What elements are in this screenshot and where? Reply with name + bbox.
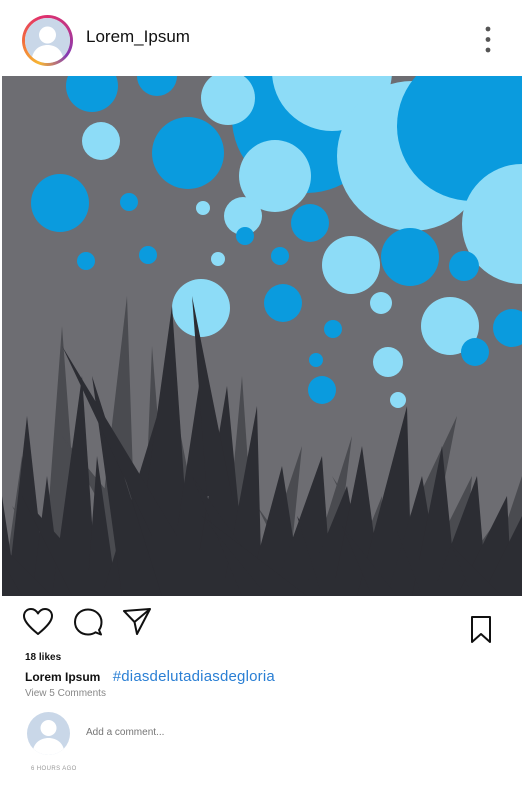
comment-input[interactable] — [86, 727, 466, 738]
caption: Lorem Ipsum #diasdelutadiasdegloria — [25, 668, 275, 685]
post-timestamp: 6 HOURS AGO — [31, 766, 77, 772]
caption-username[interactable]: Lorem Ipsum — [25, 670, 100, 684]
post-image[interactable] — [2, 76, 522, 596]
speech-bubble-icon[interactable] — [73, 606, 103, 643]
view-comments-link[interactable]: View 5 Comments — [25, 688, 106, 699]
heart-icon[interactable] — [22, 606, 54, 643]
user-silhouette-icon — [25, 18, 70, 63]
post-actions — [0, 606, 523, 646]
user-silhouette-icon — [32, 720, 65, 755]
hashtag-link[interactable]: #diasdelutadiasdegloria — [113, 668, 275, 685]
avatar-image — [25, 18, 70, 63]
post-header: Lorem_Ipsum — [0, 0, 523, 76]
post-username[interactable]: Lorem_Ipsum — [86, 27, 190, 47]
profile-avatar[interactable] — [22, 15, 73, 66]
likes-count[interactable]: 18 likes — [25, 652, 61, 663]
paper-plane-icon[interactable] — [122, 606, 152, 643]
bookmark-icon[interactable] — [470, 615, 492, 650]
more-options-icon[interactable] — [478, 24, 498, 56]
grass-bubbles-illustration — [2, 76, 522, 596]
commenter-avatar — [27, 712, 70, 755]
